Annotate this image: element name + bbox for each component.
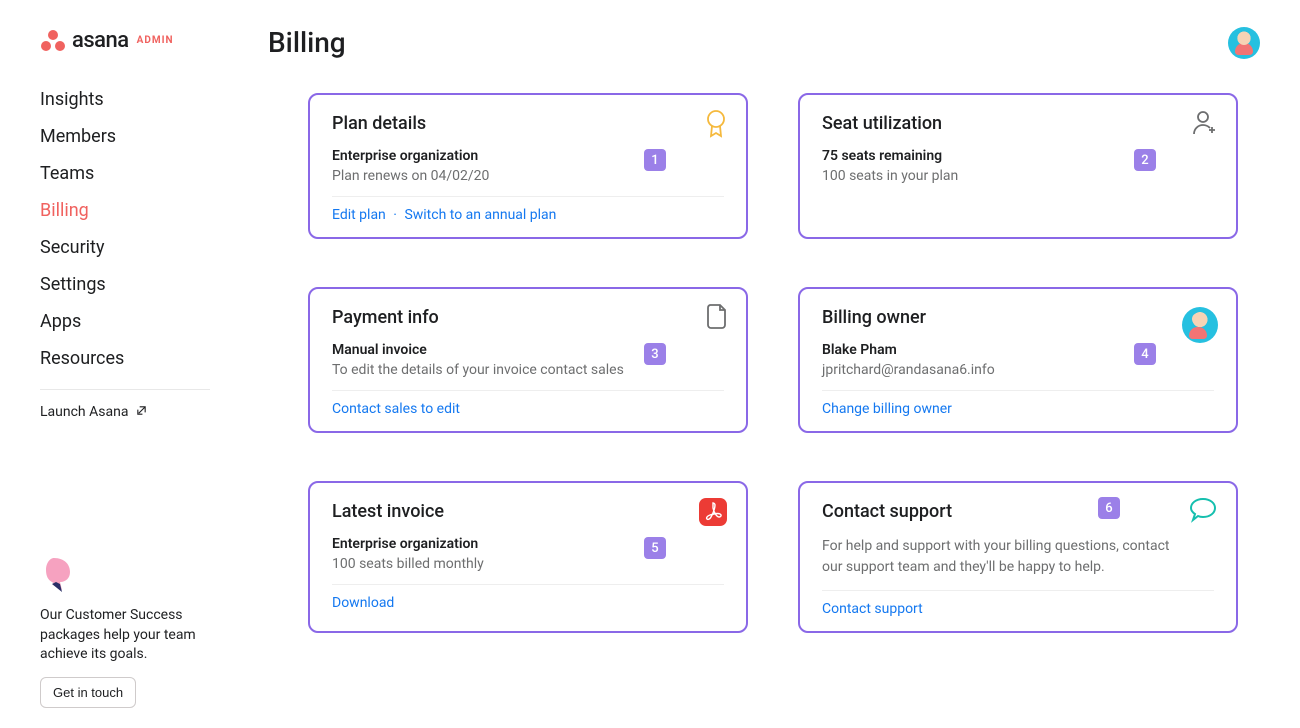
launch-asana-label: Launch Asana	[40, 404, 128, 420]
nav-teams[interactable]: Teams	[40, 161, 240, 186]
seat-util-title: Seat utilization	[822, 113, 1214, 134]
badge-3: 3	[644, 343, 666, 365]
badge-1: 1	[644, 149, 666, 171]
card-contact-support: 6 Contact support For help and support w…	[798, 481, 1238, 633]
footer-illustration-icon	[40, 550, 84, 594]
pdf-icon	[698, 497, 728, 531]
plan-renew-date: Plan renews on 04/02/20	[332, 168, 724, 184]
plan-details-title: Plan details	[332, 113, 724, 134]
ribbon-icon	[704, 109, 728, 143]
card-latest-invoice: 5 Latest invoice Enterprise organization…	[308, 481, 748, 633]
footer-promo-text: Our Customer Success packages help your …	[40, 606, 210, 665]
invoice-title: Latest invoice	[332, 501, 724, 522]
chat-bubble-icon	[1188, 497, 1218, 527]
payment-note: To edit the details of your invoice cont…	[332, 362, 724, 378]
support-body: For help and support with your billing q…	[822, 536, 1182, 578]
nav-settings[interactable]: Settings	[40, 272, 240, 297]
brand-sub: ADMIN	[137, 35, 174, 46]
link-separator: ·	[393, 207, 397, 223]
owner-email: jpritchard@randasana6.info	[822, 362, 1214, 378]
external-link-icon	[136, 404, 147, 420]
download-invoice-link[interactable]: Download	[332, 595, 394, 611]
change-owner-link[interactable]: Change billing owner	[822, 401, 952, 417]
sidebar-footer: Our Customer Success packages help your …	[40, 550, 240, 708]
get-in-touch-button[interactable]: Get in touch	[40, 677, 136, 708]
user-avatar[interactable]	[1228, 27, 1260, 59]
asana-logo-icon	[40, 29, 66, 53]
nav-billing[interactable]: Billing	[40, 198, 240, 223]
badge-6: 6	[1098, 497, 1120, 519]
contact-support-link[interactable]: Contact support	[822, 601, 923, 617]
sidebar-divider	[40, 389, 210, 390]
payment-title: Payment info	[332, 307, 724, 328]
owner-title: Billing owner	[822, 307, 1214, 328]
card-payment-info: 3 Payment info Manual invoice To edit th…	[308, 287, 748, 433]
edit-plan-link[interactable]: Edit plan	[332, 207, 386, 223]
launch-asana-link[interactable]: Launch Asana	[40, 404, 240, 420]
page-header: Billing	[268, 26, 1260, 59]
billing-cards-grid: 1 Plan details Enterprise organization P…	[308, 93, 1260, 633]
user-add-icon	[1190, 109, 1218, 141]
switch-annual-link[interactable]: Switch to an annual plan	[404, 207, 556, 223]
brand-name: asana	[72, 28, 129, 53]
contact-sales-link[interactable]: Contact sales to edit	[332, 401, 460, 417]
badge-2: 2	[1134, 149, 1156, 171]
support-title: Contact support	[822, 501, 1214, 522]
card-plan-details: 1 Plan details Enterprise organization P…	[308, 93, 748, 239]
nav-insights[interactable]: Insights	[40, 87, 240, 112]
nav-security[interactable]: Security	[40, 235, 240, 260]
brand-logo: asana ADMIN	[40, 28, 240, 53]
billing-owner-avatar	[1182, 307, 1218, 343]
sidebar: asana ADMIN Insights Members Teams Billi…	[0, 0, 240, 728]
nav-members[interactable]: Members	[40, 124, 240, 149]
badge-5: 5	[644, 537, 666, 559]
invoice-seats: 100 seats billed monthly	[332, 556, 724, 572]
card-billing-owner: 4 Billing owner Blake Pham jpritchard@ra…	[798, 287, 1238, 433]
card-seat-utilization: 2 Seat utilization 75 seats remaining 10…	[798, 93, 1238, 239]
nav-apps[interactable]: Apps	[40, 309, 240, 334]
nav-resources[interactable]: Resources	[40, 346, 240, 371]
main-content: Billing 1 Plan details Enterprise organi…	[240, 0, 1300, 728]
document-icon	[706, 303, 728, 333]
seats-total: 100 seats in your plan	[822, 168, 1214, 184]
sidebar-nav: Insights Members Teams Billing Security …	[40, 87, 240, 371]
page-title: Billing	[268, 26, 346, 59]
badge-4: 4	[1134, 343, 1156, 365]
